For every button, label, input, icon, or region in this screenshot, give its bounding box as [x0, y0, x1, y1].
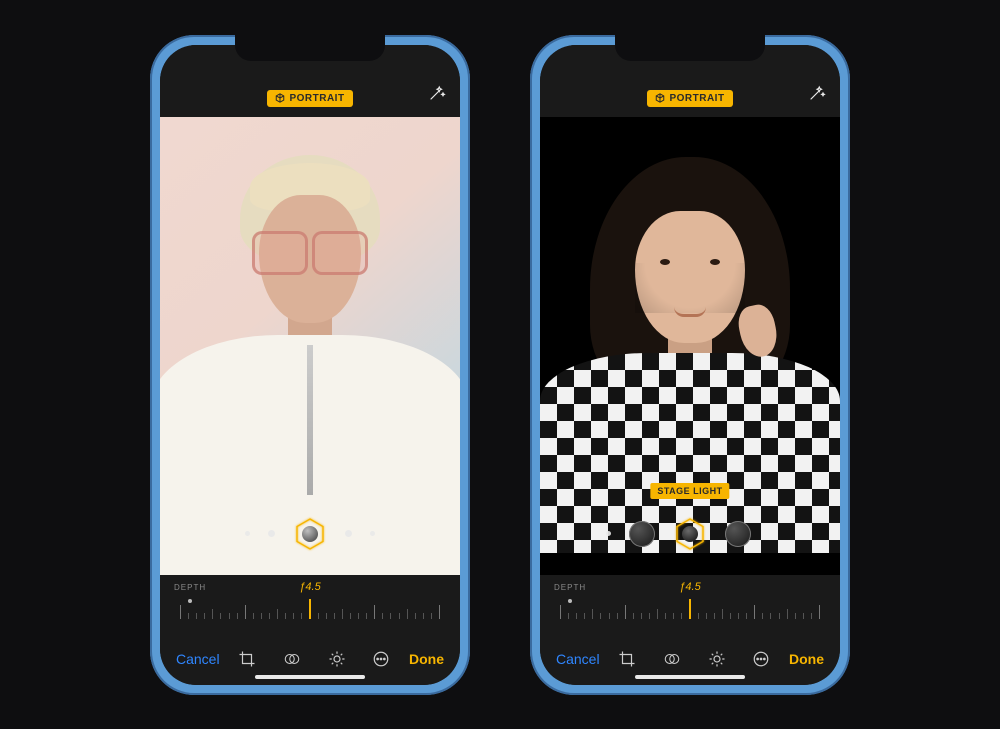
subject-glasses — [252, 231, 368, 267]
phone-left: PORTRAIT — [150, 35, 470, 695]
effect-option-orb[interactable] — [629, 521, 655, 547]
more-icon[interactable] — [372, 650, 390, 668]
portrait-mode-badge[interactable]: PORTRAIT — [267, 90, 352, 107]
lighting-effect-selector[interactable] — [606, 517, 774, 551]
lighting-effect-label: STAGE LIGHT — [650, 483, 729, 499]
effect-selected-hex[interactable] — [673, 517, 707, 551]
screen: PORTRAIT STAGE LIGHT — [540, 45, 840, 685]
effect-dot[interactable] — [268, 530, 275, 537]
depth-control: DEPTH ƒ4.5 — [540, 575, 840, 633]
subject-face — [635, 211, 745, 343]
toolbar-icons — [618, 650, 770, 668]
effect-dot[interactable] — [345, 530, 352, 537]
effect-dot[interactable] — [606, 531, 611, 536]
screen: PORTRAIT — [160, 45, 460, 685]
effect-selected-hex[interactable] — [293, 517, 327, 551]
portrait-mode-badge[interactable]: PORTRAIT — [647, 90, 732, 107]
depth-control: DEPTH ƒ4.5 — [160, 575, 460, 633]
f-stop-value: ƒ4.5 — [679, 581, 700, 593]
crop-icon[interactable] — [238, 650, 256, 668]
depth-slider-marker[interactable] — [309, 599, 311, 619]
filters-icon[interactable] — [282, 650, 302, 668]
phone-right: PORTRAIT STAGE LIGHT — [530, 35, 850, 695]
subject-zipper — [307, 345, 313, 495]
f-stop-value: ƒ4.5 — [299, 581, 320, 593]
depth-slider-marker[interactable] — [689, 599, 691, 619]
notch — [615, 35, 765, 61]
adjust-icon[interactable] — [328, 650, 346, 668]
done-button[interactable]: Done — [789, 651, 824, 667]
cube-icon — [655, 93, 665, 103]
effect-option-orb[interactable] — [725, 521, 751, 547]
crop-icon[interactable] — [618, 650, 636, 668]
portrait-badge-text: PORTRAIT — [669, 93, 724, 104]
home-indicator[interactable] — [255, 675, 365, 679]
more-icon[interactable] — [752, 650, 770, 668]
cube-icon — [275, 93, 285, 103]
photo-preview[interactable] — [160, 117, 460, 575]
effect-dot[interactable] — [370, 531, 375, 536]
home-indicator[interactable] — [635, 675, 745, 679]
lighting-effect-selector[interactable] — [245, 517, 375, 551]
subject-mouth — [674, 307, 706, 317]
filters-icon[interactable] — [662, 650, 682, 668]
toolbar-icons — [238, 650, 390, 668]
effect-dot[interactable] — [245, 531, 250, 536]
magic-wand-icon[interactable] — [428, 84, 446, 107]
depth-label: DEPTH — [174, 583, 206, 592]
hex-inner-orb — [302, 526, 318, 542]
done-button[interactable]: Done — [409, 651, 444, 667]
magic-wand-icon[interactable] — [808, 84, 826, 107]
adjust-icon[interactable] — [708, 650, 726, 668]
hex-inner-orb — [682, 526, 698, 542]
depth-label: DEPTH — [554, 583, 586, 592]
photo-preview[interactable]: STAGE LIGHT — [540, 117, 840, 575]
cancel-button[interactable]: Cancel — [176, 651, 220, 667]
notch — [235, 35, 385, 61]
portrait-badge-text: PORTRAIT — [289, 93, 344, 104]
cancel-button[interactable]: Cancel — [556, 651, 600, 667]
